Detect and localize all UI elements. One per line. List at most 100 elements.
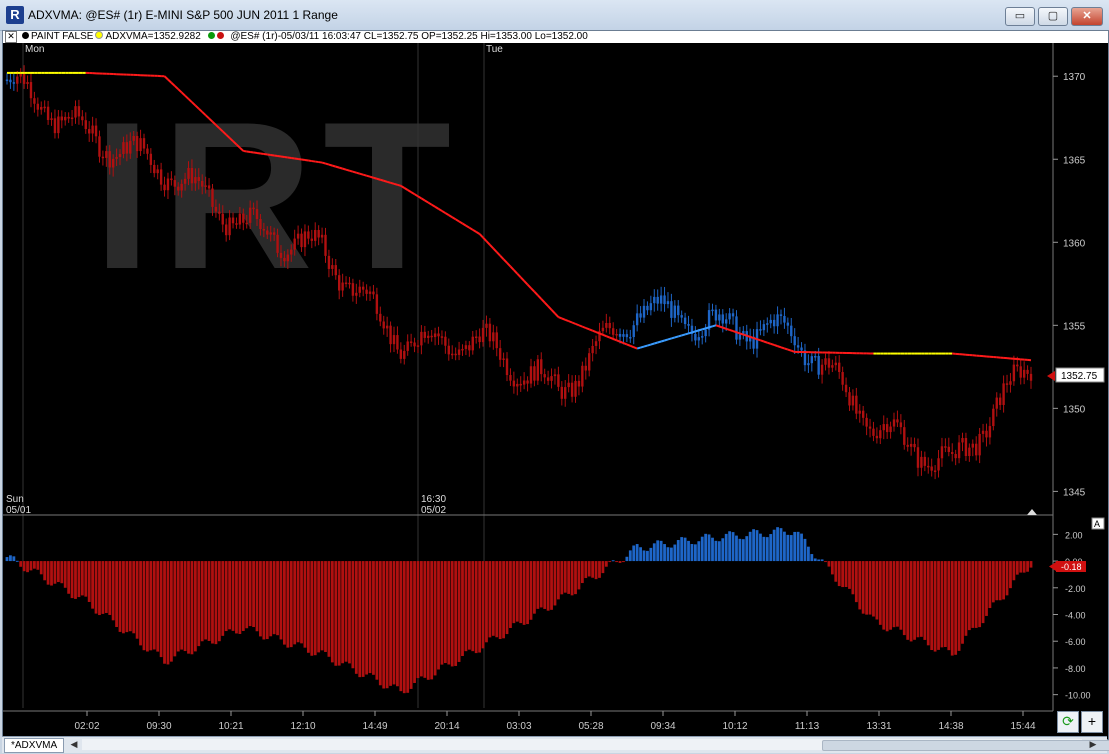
candle-body — [1005, 383, 1009, 385]
candle-body — [228, 217, 231, 236]
candle-body — [831, 365, 834, 368]
candle-body — [286, 254, 290, 262]
date-label: Sun — [6, 494, 24, 505]
candle-body — [392, 335, 396, 345]
osc-bar — [197, 561, 201, 647]
candle-body — [218, 211, 221, 214]
osc-bar — [717, 541, 721, 562]
candle-body — [697, 337, 700, 341]
candle-body — [632, 325, 635, 338]
adxvma-segment — [602, 333, 607, 338]
osc-bar — [450, 561, 454, 667]
candle-body — [40, 106, 43, 110]
minimize-button[interactable]: ▭ — [1005, 7, 1035, 26]
scrollbar-thumb[interactable] — [822, 740, 1109, 751]
adxvma-segment — [308, 159, 312, 163]
adxvma-segment — [660, 339, 665, 343]
adxvma-segment — [380, 178, 385, 182]
candle-body — [916, 447, 920, 468]
candle-body — [718, 314, 721, 321]
candle-body — [838, 362, 841, 373]
close-button[interactable]: ✕ — [1071, 7, 1103, 26]
osc-bar — [94, 561, 98, 614]
candle-body — [502, 358, 505, 360]
candle-body — [796, 345, 800, 348]
osc-bar — [98, 561, 101, 616]
osc-bar — [625, 556, 629, 562]
candle-body — [471, 336, 474, 351]
candle-body — [694, 333, 697, 341]
candle-body — [238, 213, 242, 225]
candle-body — [248, 207, 252, 223]
adxvma-segment — [777, 345, 782, 349]
candle-body — [396, 335, 399, 350]
osc-bar — [789, 535, 793, 562]
candle-body — [766, 323, 769, 325]
candle-body — [101, 156, 105, 159]
candle-body — [560, 386, 564, 399]
osc-bar — [396, 561, 399, 687]
adxvma-segment — [629, 344, 635, 349]
candle-body — [790, 325, 793, 337]
candle-body — [375, 294, 379, 314]
osc-bar — [560, 561, 564, 595]
osc-bar — [221, 561, 225, 636]
osc-bar — [998, 561, 1002, 601]
adxvma-segment — [619, 340, 624, 345]
candle-body — [118, 154, 122, 158]
candle-body — [22, 72, 26, 84]
osc-bar — [447, 561, 451, 665]
adxvma-segment — [766, 341, 772, 345]
osc-bar — [15, 560, 19, 562]
candle-body — [437, 333, 440, 337]
osc-bar — [806, 546, 810, 562]
candle-body — [817, 355, 820, 375]
osc-bar — [690, 544, 694, 562]
chart-canvas[interactable]: IRT Mon Tue Sun 05/01 16:30 05/02 1370 13… — [3, 43, 1108, 738]
osc-bar — [327, 561, 331, 657]
osc-bar — [56, 561, 60, 583]
add-chart-icon[interactable]: + — [1081, 711, 1103, 733]
scroll-left-icon[interactable]: ◀ — [68, 739, 80, 750]
osc-bar — [796, 531, 800, 562]
candle-body — [180, 183, 183, 191]
candle-body — [704, 329, 707, 337]
candle-body — [516, 383, 519, 387]
tab-adxvma[interactable]: *ADXVMA — [4, 738, 65, 753]
osc-bar — [485, 561, 488, 643]
candle-body — [947, 446, 951, 453]
candle-body — [625, 334, 629, 338]
osc-bar — [735, 535, 738, 562]
osc-bar — [440, 561, 444, 665]
candle-body — [433, 333, 437, 338]
candle-body — [529, 366, 533, 384]
adxvma-segment — [701, 327, 706, 331]
osc-bar — [533, 561, 536, 614]
osc-bar — [488, 561, 492, 638]
osc-bar — [385, 561, 389, 689]
adxvma-segment — [277, 155, 282, 158]
candle-body — [142, 138, 146, 149]
candle-body — [382, 321, 385, 329]
candle-body — [827, 358, 831, 368]
refresh-icon[interactable]: ⟳ — [1057, 711, 1079, 733]
osc-bar — [642, 550, 646, 562]
osc-bar — [1009, 561, 1012, 589]
close-study-icon[interactable]: ✕ — [5, 31, 17, 43]
osc-bar — [286, 561, 290, 648]
scroll-right-icon[interactable]: ▶ — [1087, 739, 1099, 750]
adxvma-segment — [698, 328, 703, 332]
horizontal-scrollbar[interactable] — [82, 739, 1109, 751]
osc-bar — [529, 561, 533, 620]
candle-body — [998, 397, 1002, 405]
osc-bar — [978, 561, 982, 628]
adxvma-segment — [568, 320, 573, 324]
osc-bar — [745, 536, 749, 562]
candle-body — [170, 178, 173, 181]
osc-bar — [697, 541, 701, 562]
candle-body — [420, 331, 423, 346]
maximize-button[interactable]: ▢ — [1038, 7, 1068, 26]
candle-body — [618, 334, 622, 337]
candle-body — [224, 224, 228, 236]
osc-bar — [77, 561, 81, 598]
